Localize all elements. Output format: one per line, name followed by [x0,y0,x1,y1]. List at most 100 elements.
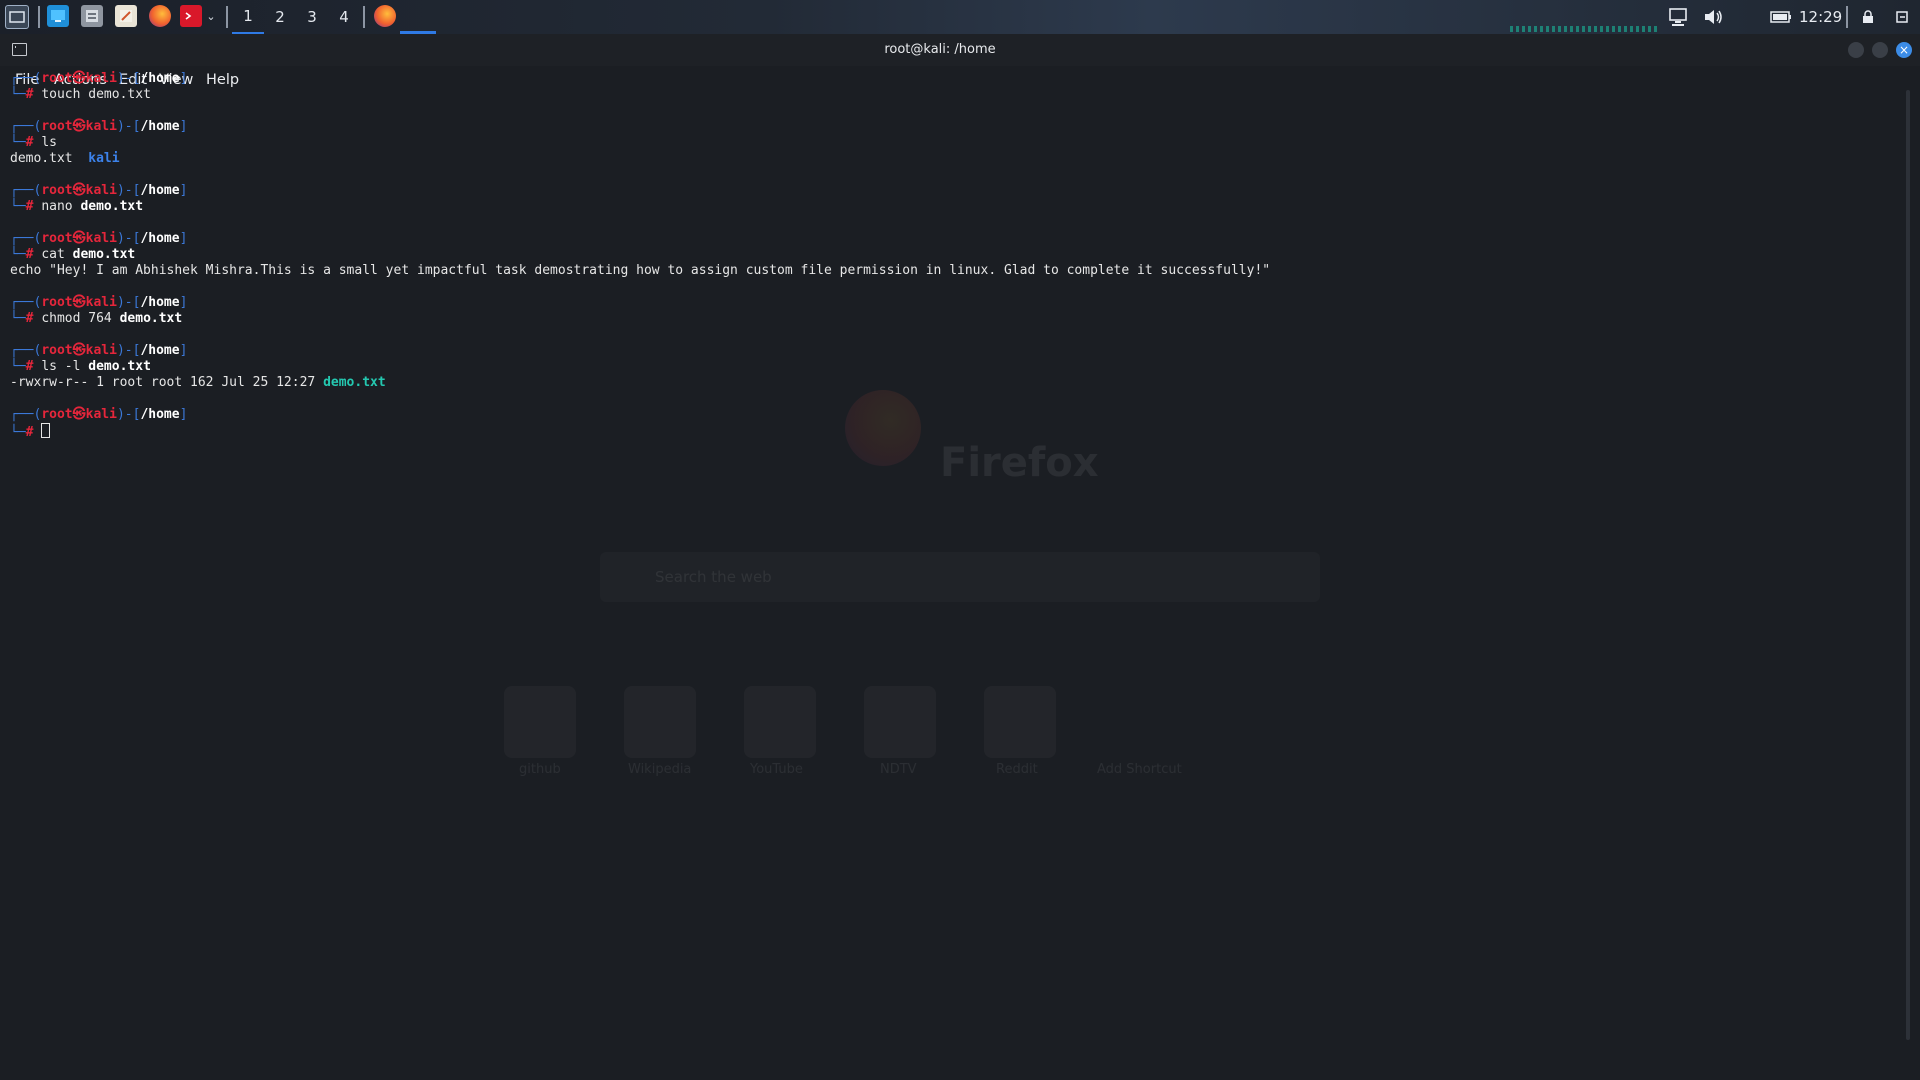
prompt-frame: ┌──( [10,343,42,358]
prompt-frame: └─ [10,135,26,150]
command-file-arg: demo.txt [80,199,144,214]
prompt-at: ㉿ [72,231,86,246]
prompt-frame: )-[ [116,231,141,246]
shortcut-tile [624,686,696,758]
workspace-1[interactable]: 1 [232,0,264,34]
command-name: chmod [41,311,81,326]
prompt-frame: ┌──( [10,407,42,422]
prompt-cwd: /home [140,183,180,198]
prompt-at: ㉿ [72,343,86,358]
prompt-frame: └─ [10,87,26,102]
app-menu-icon[interactable] [5,5,29,29]
command-line: └─# ls [10,135,1270,151]
shortcut-label: YouTube [750,762,803,777]
workspace-2[interactable]: 2 [264,0,296,34]
command-name: ls [41,135,57,150]
prompt-host: kali [85,71,117,86]
prompt-user: root [41,295,73,310]
command-line: └─# nano demo.txt [10,199,1270,215]
prompt-host: kali [85,407,117,422]
lock-icon[interactable] [1862,0,1874,34]
prompt-cwd: /home [140,295,180,310]
chevron-down-icon[interactable]: ⌄ [204,5,218,27]
prompt-frame: ] [179,295,188,310]
firefox-launcher-icon[interactable] [149,5,171,27]
prompt-frame: └─ [10,247,26,262]
command-name: cat [41,247,65,262]
shortcut-label: github [519,762,561,777]
prompt-user: root [41,183,73,198]
prompt-host: kali [85,343,117,358]
command-name: touch [41,87,81,102]
clock[interactable]: 12:29 [1799,0,1842,34]
prompt-frame: └─ [10,425,26,440]
logout-icon[interactable] [1896,0,1908,34]
command-file-arg: demo.txt [88,359,151,374]
prompt-line: ┌──(root㉿kali)-[/home] [10,183,1270,199]
output-line: echo "Hey! I am Abhishek Mishra.This is … [10,263,1270,279]
prompt-at: ㉿ [72,183,86,198]
prompt-host: kali [85,295,117,310]
command-line: └─# touch demo.txt [10,87,1270,103]
prompt-host: kali [85,231,117,246]
prompt-frame: ┌──( [10,295,42,310]
prompt-frame: ┌──( [10,119,42,134]
prompt-cwd: /home [140,407,180,422]
prompt-frame: )-[ [116,295,141,310]
prompt-line: ┌──(root㉿kali)-[/home] [10,71,1270,87]
file-manager-icon[interactable] [81,5,103,27]
maximize-button[interactable] [1872,42,1888,58]
prompt-frame: ] [179,343,188,358]
command-name: ls -l [41,359,81,374]
terminal-output[interactable]: ┌──(root㉿kali)-[/home] └─# touch demo.txt… [10,71,1270,440]
output-exec-file: demo.txt [323,375,386,390]
battery-icon[interactable] [1770,0,1792,34]
taskbar-separator [1846,6,1848,28]
scrollbar[interactable] [1906,90,1910,1040]
prompt-at: ㉿ [72,295,86,310]
window-title: root@kali: /home [884,42,996,57]
minimize-button[interactable] [1848,42,1864,58]
prompt-frame: ┌──( [10,183,42,198]
prompt-user: root [41,71,73,86]
prompt-frame: )-[ [116,343,141,358]
prompt-line: ┌──(root㉿kali)-[/home] [10,119,1270,135]
terminal-launcher-icon[interactable] [180,5,202,27]
workspace-4[interactable]: 4 [328,0,360,34]
taskbar-separator [38,6,40,28]
shortcut-label: Add Shortcut [1097,762,1182,777]
top-taskbar: ⌄ 1 2 3 4 12:29 [0,0,1920,35]
show-desktop-icon[interactable] [47,5,69,27]
prompt-frame: └─ [10,311,26,326]
workspace-3[interactable]: 3 [296,0,328,34]
command-line: └─# [10,423,1270,440]
command-line: └─# chmod 764 demo.txt [10,311,1270,327]
shortcut-label: Wikipedia [628,762,692,777]
firefox-window-icon[interactable] [374,5,396,27]
prompt-cwd: /home [140,71,180,86]
prompt-host: kali [85,183,117,198]
volume-icon[interactable] [1702,0,1724,34]
prompt-line: ┌──(root㉿kali)-[/home] [10,231,1270,247]
prompt-cwd: /home [140,343,180,358]
prompt-frame: )-[ [116,183,141,198]
prompt-at: ㉿ [72,407,86,422]
network-icon[interactable] [1667,0,1689,34]
prompt-frame: └─ [10,199,26,214]
prompt-frame: ] [179,119,188,134]
taskbar-separator [363,6,365,28]
prompt-host: kali [85,119,117,134]
prompt-user: root [41,231,73,246]
text-editor-icon[interactable] [115,5,137,27]
prompt-line: ┌──(root㉿kali)-[/home] [10,407,1270,423]
close-button[interactable]: × [1896,42,1912,58]
prompt-line: ┌──(root㉿kali)-[/home] [10,343,1270,359]
prompt-line: ┌──(root㉿kali)-[/home] [10,295,1270,311]
command-file-arg: demo.txt [72,247,136,262]
